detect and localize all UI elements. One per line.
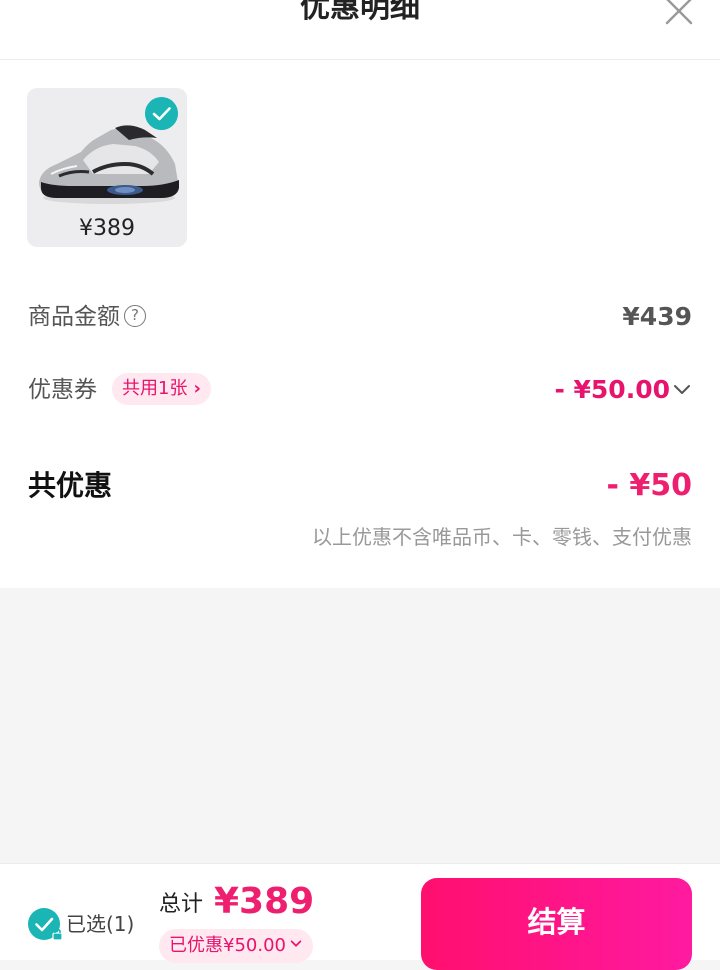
checkout-button[interactable]: 结算 [421,878,692,970]
coupon-count-label: 共用1张 [122,378,188,399]
total-discount-value: - ¥50 [606,468,692,503]
selected-count-label: 已选(1) [66,912,135,936]
chevron-down-icon[interactable] [672,380,692,400]
close-icon[interactable] [664,0,694,26]
saved-amount-label: 已优惠¥50.00 [169,935,286,956]
coupon-count-tag[interactable]: 共用1张 › [112,373,211,405]
selected-check-icon[interactable] [145,97,178,130]
goods-amount-label: 商品金额 [28,304,120,330]
selected-check-icon[interactable] [28,906,64,942]
total-discount-label: 共优惠 [28,469,113,502]
goods-amount-row: 商品金额? ¥439 [28,300,692,334]
coupon-label: 优惠券 [28,377,97,403]
chevron-down-icon [290,940,302,947]
total-discount-row: 共优惠 - ¥50 [28,466,692,506]
discount-disclaimer: 以上优惠不含唯品币、卡、零钱、支付优惠 [312,525,692,549]
saved-amount-pill[interactable]: 已优惠¥50.00 [159,929,313,963]
discount-detail-sheet: 优惠明细 ¥389 商品金额? ¥439 优惠券 共用1张 › - ¥50.00… [0,0,720,588]
chevron-right-icon: › [193,378,201,399]
goods-amount-value: ¥439 [622,302,692,331]
coupon-value: - ¥50.00 [554,375,670,404]
header: 优惠明细 [0,0,720,60]
help-icon[interactable]: ? [124,305,146,327]
checkout-bar: 已选(1) 总计 ¥389 已优惠¥50.00 结算 [0,863,720,970]
page-title: 优惠明细 [300,0,420,25]
total-label: 总计 [159,892,204,917]
product-price: ¥389 [79,216,135,241]
coupon-row[interactable]: 优惠券 共用1张 › - ¥50.00 [28,373,692,407]
total-value: ¥389 [214,881,315,922]
